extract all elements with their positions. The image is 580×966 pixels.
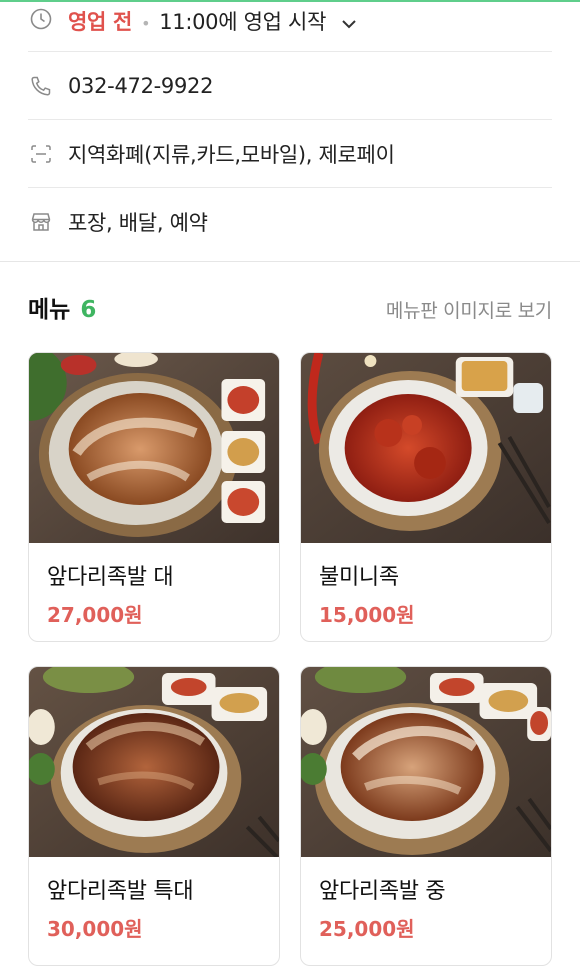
open-time-text: 11:00에 영업 시작	[159, 10, 327, 34]
separator-dot: •	[141, 14, 151, 33]
phone-icon	[28, 73, 54, 99]
menu-item-name: 앞다리족발 중	[319, 879, 446, 904]
menu-title: 메뉴	[28, 297, 71, 323]
store-icon	[28, 209, 54, 235]
medium-jokbal-platter-image	[301, 667, 551, 857]
service-options: 포장, 배달, 예약	[68, 211, 208, 235]
menu-card[interactable]: 앞다리족발 중 25,000원	[300, 666, 552, 966]
menu-board-image-link[interactable]: 메뉴판 이미지로 보기	[386, 296, 552, 323]
store-info-list: 영업 전 • 11:00에 영업 시작 032-472-9922 지역화폐(지류,카…	[28, 0, 552, 256]
menu-card[interactable]: 앞다리족발 대 27,000원	[28, 352, 280, 642]
spicy-mini-jokbal-plate-image	[301, 353, 551, 543]
menu-item-name: 앞다리족발 특대	[47, 879, 194, 904]
sliced-jokbal-platter-image	[29, 353, 279, 543]
phone-number[interactable]: 032-472-9922	[68, 74, 213, 98]
chevron-down-icon[interactable]	[340, 11, 358, 35]
services-row: 포장, 배달, 예약	[28, 188, 552, 256]
menu-item-price: 15,000원	[319, 603, 415, 627]
payment-row: 지역화폐(지류,카드,모바일), 제로페이	[28, 120, 552, 188]
hours-text: 영업 전 • 11:00에 영업 시작	[68, 6, 358, 36]
menu-item-name: 앞다리족발 대	[47, 565, 174, 590]
clock-icon	[28, 6, 54, 32]
large-jokbal-platter-image	[29, 667, 279, 857]
status-badge: 영업 전	[68, 10, 133, 34]
menu-count-badge: 6	[80, 297, 97, 323]
menu-item-price: 27,000원	[47, 603, 143, 627]
menu-item-price: 30,000원	[47, 917, 143, 941]
menu-header: 메뉴 6 메뉴판 이미지로 보기	[28, 290, 552, 324]
menu-card[interactable]: 불미니족 15,000원	[300, 352, 552, 642]
menu-card[interactable]: 앞다리족발 특대 30,000원	[28, 666, 280, 966]
hours-row[interactable]: 영업 전 • 11:00에 영업 시작	[28, 0, 552, 52]
scan-icon	[28, 141, 54, 167]
menu-item-name: 불미니족	[319, 565, 399, 590]
section-divider	[0, 261, 580, 262]
payment-methods: 지역화폐(지류,카드,모바일), 제로페이	[68, 142, 395, 167]
menu-item-price: 25,000원	[319, 917, 415, 941]
phone-row[interactable]: 032-472-9922	[28, 52, 552, 120]
